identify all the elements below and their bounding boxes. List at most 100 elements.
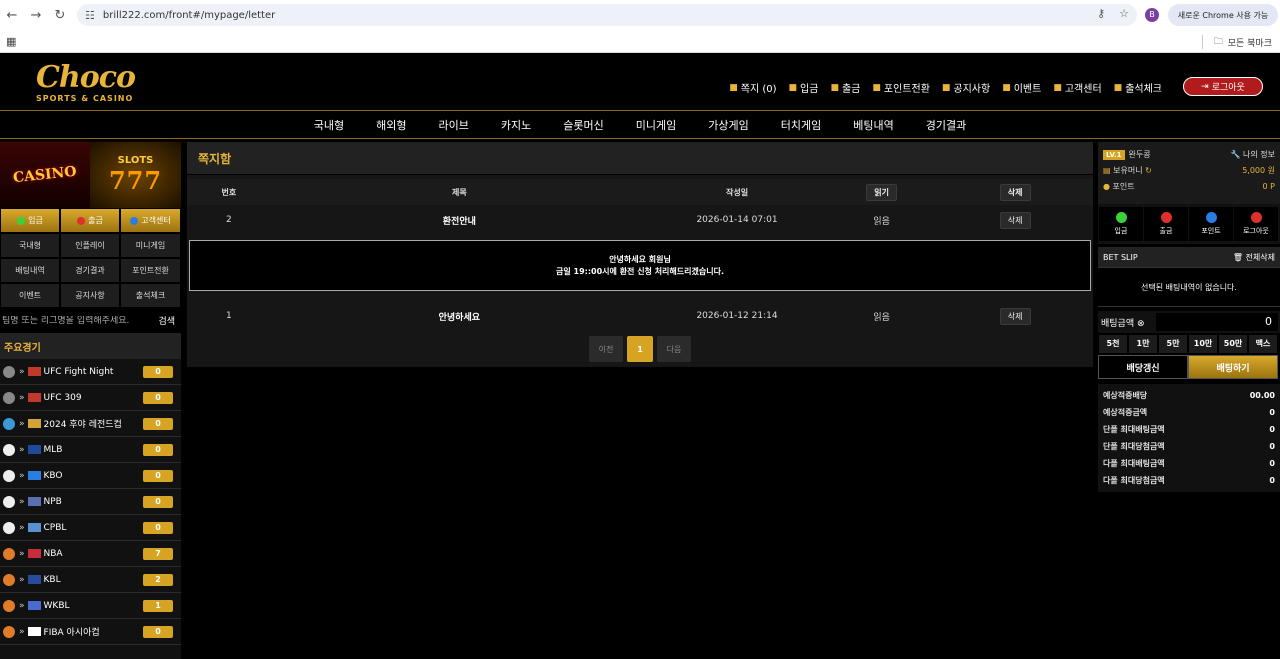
letter-title[interactable]: 안녕하세요 (271, 310, 648, 323)
league-item[interactable]: » UFC Fight Night 0 (0, 359, 181, 385)
league-item[interactable]: » CPBL 0 (0, 515, 181, 541)
league-item[interactable]: » WKBL 1 (0, 593, 181, 619)
amount-chip[interactable]: 10만 (1188, 334, 1218, 354)
league-search: 검색 (0, 308, 181, 333)
league-item[interactable]: » FIBA 아시아컵 0 (0, 619, 181, 645)
headset-icon: ■ (1053, 82, 1062, 93)
forward-icon[interactable]: → (24, 8, 48, 23)
my-info-link[interactable]: 🔧 나의 정보 (1231, 149, 1276, 160)
quick-menu-button[interactable]: 공지사항 (60, 283, 120, 308)
account-action-button[interactable]: 입금 (1099, 207, 1143, 241)
reload-icon[interactable]: ↻ (48, 8, 72, 23)
quick-menu-button[interactable]: 출석체크 (120, 283, 181, 308)
address-bar[interactable]: ☷ brill222.com/front#/mypage/letter ⚷ ☆ (77, 4, 1137, 26)
quick-menu-button[interactable]: 경기결과 (60, 258, 120, 283)
header-link[interactable]: ■ 입금 (789, 80, 819, 96)
league-item[interactable]: » MLB 0 (0, 437, 181, 463)
league-logo-icon (27, 393, 41, 402)
apps-grid-icon[interactable]: ▦ (6, 35, 16, 48)
amount-chip[interactable]: 1만 (1128, 334, 1158, 354)
quick-menu-button[interactable]: 인플레이 (60, 233, 120, 258)
game-count-badge: 0 (143, 392, 173, 404)
league-item[interactable]: » KBL 2 (0, 567, 181, 593)
quick-menu-button[interactable]: 고객센터 (120, 208, 181, 233)
casino-banner[interactable]: CASINO SLOTS 777 (0, 142, 181, 208)
quick-menu-button[interactable]: 출금 (60, 208, 120, 233)
read-all-button[interactable]: 읽기 (866, 183, 897, 201)
account-actions: 입금 출금 포인트 로그아웃 (1098, 204, 1280, 244)
league-item[interactable]: » KBO 0 (0, 463, 181, 489)
header-link[interactable]: ■ 고객센터 (1053, 80, 1101, 96)
nav-item[interactable]: 카지노 (485, 117, 547, 133)
next-page-button[interactable]: 다음 (657, 336, 691, 362)
amount-chip[interactable]: 맥스 (1248, 334, 1278, 354)
quick-menu-button[interactable]: 배팅내역 (0, 258, 60, 283)
chrome-update-button[interactable]: 새로운 Chrome 사용 가능 (1168, 4, 1278, 26)
nav-item[interactable]: 터치게임 (765, 117, 837, 133)
star-icon[interactable]: ☆ (1119, 7, 1129, 20)
header-link[interactable]: ■ 쪽지 (0) (729, 80, 776, 96)
league-item[interactable]: » 2024 후야 레전드컵 0 (0, 411, 181, 437)
league-item[interactable]: » NPB 0 (0, 489, 181, 515)
action-icon (1160, 212, 1172, 223)
header-link[interactable]: ■ 출석체크 (1114, 80, 1162, 96)
nav-item[interactable]: 슬롯머신 (547, 117, 619, 133)
double-chevron-icon: » (19, 522, 25, 533)
league-item[interactable]: » UFC 309 0 (0, 385, 181, 411)
key-icon[interactable]: ⚷ (1097, 7, 1105, 20)
back-icon[interactable]: ← (0, 8, 24, 23)
table-row[interactable]: 2 환전안내 2026-01-14 07:01 읽음 삭제 (187, 205, 1093, 235)
nav-item[interactable]: 베팅내역 (837, 117, 909, 133)
header-link[interactable]: ■ 출금 (830, 80, 860, 96)
prev-page-button[interactable]: 이전 (589, 336, 623, 362)
league-search-input[interactable] (2, 315, 142, 326)
left-sidebar: CASINO SLOTS 777 입금 출금 고객센터국내형 인플레이 미니게임배팅내역… (0, 142, 181, 659)
letter-title[interactable]: 환전안내 (271, 214, 648, 227)
amount-chip[interactable]: 5만 (1158, 334, 1188, 354)
reset-icon[interactable]: ⊗ (1137, 319, 1145, 329)
nav-item[interactable]: 라이브 (423, 117, 485, 133)
page-button[interactable]: 1 (627, 336, 653, 362)
refresh-odds-button[interactable]: 배당갱신 (1098, 355, 1188, 379)
refresh-icon[interactable]: ↻ (1145, 166, 1152, 175)
delete-button[interactable]: 삭제 (999, 307, 1031, 325)
all-bookmarks-button[interactable]: 🗀 모든 북마크 (1201, 34, 1272, 50)
main-nav: 국내형 해외형 라이브 카지노 슬롯머신 미니게임 가상게임 터치게임 베팅내역 경기결과 (0, 112, 1280, 139)
quick-menu-button[interactable]: 미니게임 (120, 233, 181, 258)
table-row[interactable]: 1 안녕하세요 2026-01-12 21:14 읽음 삭제 (187, 301, 1093, 331)
header-link[interactable]: ■ 이벤트 (1002, 80, 1041, 96)
nav-item[interactable]: 국내형 (298, 117, 360, 133)
delete-button[interactable]: 삭제 (999, 211, 1031, 229)
quick-menu-button[interactable]: 포인트전환 (120, 258, 181, 283)
site-info-icon[interactable]: ☷ (85, 9, 95, 22)
sport-ball-icon (3, 391, 15, 404)
bet-amount-input[interactable]: 0 (1156, 313, 1278, 331)
logout-button[interactable]: ⇥ 로그아웃 (1183, 77, 1263, 96)
account-action-button[interactable]: 포인트 (1189, 207, 1233, 241)
account-action-button[interactable]: 로그아웃 (1234, 207, 1278, 241)
league-logo-icon (27, 601, 41, 610)
profile-avatar[interactable]: B (1145, 8, 1159, 22)
header-link[interactable]: ■ 공지사항 (942, 80, 990, 96)
header-link[interactable]: ■ 포인트전환 (872, 80, 930, 96)
search-button[interactable]: 검색 (158, 314, 175, 327)
clear-betslip-button[interactable]: 🗑 전체삭제 (1233, 252, 1275, 263)
league-item[interactable]: » NBA 7 (0, 541, 181, 567)
quick-menu-button[interactable]: 입금 (0, 208, 60, 233)
delete-all-button[interactable]: 삭제 (999, 183, 1031, 201)
quick-menu-button[interactable]: 국내형 (0, 233, 60, 258)
league-name: FIBA 아시아컵 (43, 628, 100, 638)
nav-item[interactable]: 해외형 (360, 117, 422, 133)
site-logo[interactable]: Choco SPORTS & CASINO (36, 63, 136, 104)
place-bet-button[interactable]: 배팅하기 (1188, 355, 1278, 379)
nav-item[interactable]: 가상게임 (692, 117, 764, 133)
trash-icon: 🗑 (1232, 252, 1243, 262)
quick-menu-button[interactable]: 이벤트 (0, 283, 60, 308)
sport-ball-icon (3, 365, 15, 378)
nav-item[interactable]: 경기결과 (910, 117, 982, 133)
amount-chip[interactable]: 5천 (1098, 334, 1128, 354)
account-action-button[interactable]: 출금 (1144, 207, 1188, 241)
amount-chip[interactable]: 50만 (1218, 334, 1248, 354)
nav-item[interactable]: 미니게임 (620, 117, 692, 133)
double-chevron-icon: » (19, 626, 25, 637)
